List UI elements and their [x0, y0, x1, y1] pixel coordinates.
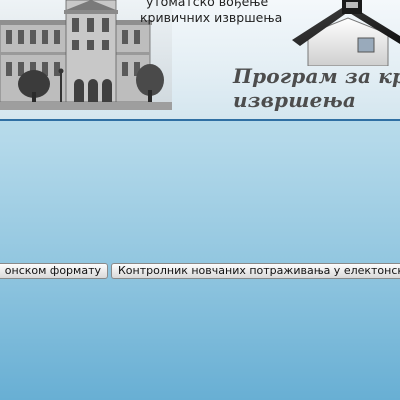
header-divider: [0, 119, 400, 121]
header-banner: утоматско вођење кривичних извршења Прог…: [0, 0, 400, 119]
program-title-line-1: Програм за кри: [233, 64, 400, 88]
house-logo-icon: [290, 0, 400, 66]
format-button[interactable]: онском формату: [0, 263, 108, 279]
program-title: Програм за кри извршења: [233, 64, 400, 112]
slogan-line-1: утоматско вођење: [146, 0, 269, 9]
program-title-line-2: извршења: [233, 88, 357, 112]
slogan-line-2: кривичних извршења: [140, 10, 283, 25]
slogan-text: утоматско вођење кривичних извршења: [140, 0, 282, 26]
monetary-claims-controller-button[interactable]: Контролник новчаних потраживања у електо…: [111, 263, 400, 279]
